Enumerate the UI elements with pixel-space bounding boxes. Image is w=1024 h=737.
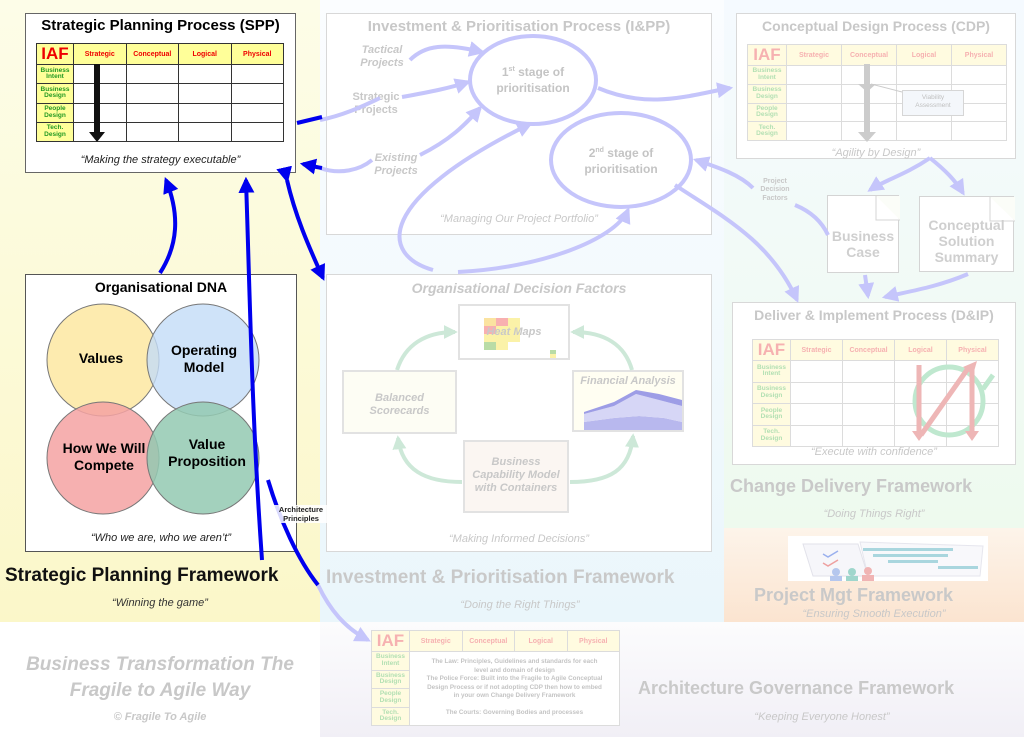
org-dna-title: Organisational DNA — [94, 279, 228, 295]
heat-maps-label: Heat Maps — [486, 326, 542, 338]
venn-label-value-proposition: Value Proposition — [168, 436, 246, 469]
pmf-title: Project Mgt Framework — [754, 585, 954, 605]
spp-box: Strategic Planning Process (SPP) IAF Str… — [25, 13, 296, 173]
spp-iaf-grid: IAF Strategic Conceptual Logical Physica… — [36, 43, 284, 143]
stage-1-label: 1st stage of prioritisation — [496, 65, 570, 96]
business-case-document: Business Case — [827, 195, 900, 273]
heat-maps-thumbnail: Heat Maps — [458, 304, 570, 360]
odf-quote: “Making Informed Decisions” — [449, 533, 589, 545]
iaf-col-physical: Physical — [230, 43, 284, 65]
dip-title: Deliver & Implement Process (D&IP) — [754, 307, 994, 323]
spf-title: Strategic Planning Framework — [5, 565, 279, 586]
architecture-principles-label: Architecture Principles — [269, 505, 333, 523]
iaf-col-conceptual: Conceptual — [125, 43, 179, 65]
balanced-scorecards-label: Balanced Scorecards — [369, 392, 430, 418]
ipf-quote: “Doing the Right Things” — [460, 599, 580, 611]
dip-quote: “Execute with confidence” — [811, 446, 937, 458]
iaf-row-people-design: People Design — [36, 102, 74, 123]
venn-label-values: Values — [78, 350, 124, 366]
business-case-label: Business Case — [831, 228, 895, 261]
org-dna-quote: “Who we are, who we aren’t” — [91, 532, 231, 544]
spp-quote: “Making the strategy executable” — [80, 154, 241, 166]
odf-title: Organisational Decision Factors — [411, 280, 627, 296]
stage-2-label: 2nd stage of prioritisation — [584, 146, 658, 177]
input-existing-projects: Existing Projects — [374, 152, 418, 178]
cdp-iaf-grid: IAF Strategic Conceptual Logical Physica… — [747, 44, 1007, 141]
iaf-row-tech-design: Tech. Design — [36, 121, 74, 143]
capability-model-thumbnail: Business Capability Model with Containers — [463, 440, 569, 513]
gantt-people-illustration — [802, 541, 984, 581]
cdp-box: Conceptual Design Process (CDP) IAF Stra… — [736, 13, 1016, 159]
balanced-scorecards-thumbnail: Balanced Scorecards — [342, 370, 457, 434]
footer-copyright: © Fragile To Agile — [113, 711, 207, 723]
dip-box: Deliver & Implement Process (D&IP) IAF S… — [732, 302, 1016, 465]
iaf-col-logical: Logical — [178, 43, 232, 65]
financial-analysis-thumbnail: Financial Analysis — [572, 370, 684, 432]
agf-title: Architecture Governance Framework — [638, 678, 955, 698]
iaf-row-business-design: Business Design — [36, 83, 74, 104]
conceptual-solution-summary-document: Conceptual Solution Summary — [919, 196, 1015, 272]
spf-quote: “Winning the game” — [112, 597, 208, 609]
cdf-quote: “Doing Things Right” — [823, 508, 925, 520]
viability-assessment-box: Viability Assessment — [902, 90, 964, 116]
project-decision-factors-label: Project Decision Factors — [760, 178, 790, 202]
iaf-corner: IAF — [36, 43, 74, 65]
conceptual-solution-summary-label: Conceptual Solution Summary — [928, 217, 1005, 266]
governance-iaf-grid: IAF Strategic Conceptual Logical Physica… — [371, 630, 620, 726]
org-dna-venn — [46, 303, 260, 515]
pmf-quote: “Ensuring Smooth Execution” — [802, 608, 946, 620]
venn-label-compete: How We Will Compete — [62, 440, 146, 473]
org-dna-box: Organisational DNA Values Operating Model… — [25, 274, 297, 552]
footer-title: Business Transformation The Fragile to Ag… — [26, 654, 294, 701]
financial-analysis-label: Financial Analysis — [580, 375, 676, 387]
agf-quote: “Keeping Everyone Honest” — [754, 711, 890, 723]
capability-model-label: Business Capability Model with Containers — [472, 456, 560, 495]
ipf-title: Investment & Prioritisation Framework — [326, 567, 675, 588]
project-mgt-image — [788, 536, 988, 581]
input-strategic-projects: Strategic Projects — [352, 91, 400, 117]
venn-label-operating-model: Operating Model — [170, 342, 238, 375]
iaf-col-strategic: Strategic — [73, 43, 127, 65]
input-tactical-projects: Tactical Projects — [360, 44, 404, 70]
iaf-row-business-intent: Business Intent — [36, 63, 74, 85]
dip-iaf-grid: IAF Strategic Conceptual Logical Physica… — [752, 339, 999, 447]
cdp-title: Conceptual Design Process (CDP) — [762, 18, 990, 34]
governance-description: The Law: Principles, Guidelines and stan… — [409, 651, 620, 726]
spp-title: Strategic Planning Process (SPP) — [41, 17, 280, 34]
ipp-title: Investment & Prioritisation Process (I&P… — [367, 18, 671, 35]
ipp-quote: “Managing Our Project Portfolio” — [440, 213, 598, 225]
cdf-title: Change Delivery Framework — [730, 476, 973, 496]
cdp-quote: “Agility by Design” — [831, 147, 921, 159]
